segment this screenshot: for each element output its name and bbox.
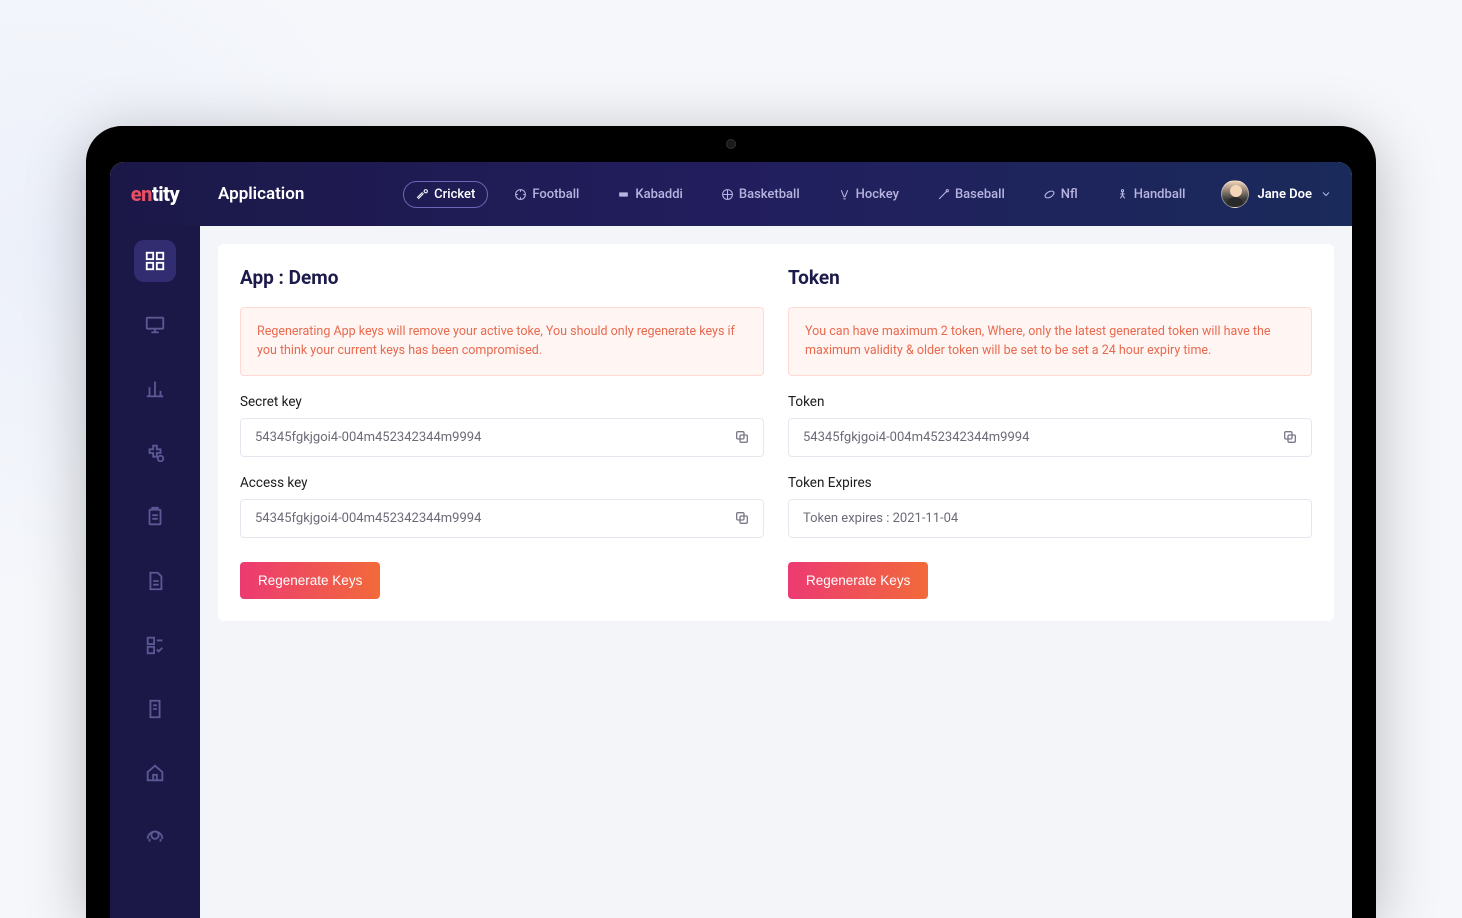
sport-basketball[interactable]: Basketball [709, 182, 812, 207]
sport-label: Football [532, 187, 579, 202]
sidebar-item-monitor[interactable] [134, 304, 176, 346]
cricket-icon [416, 188, 429, 201]
headset-icon [144, 826, 166, 848]
monitor-icon [144, 314, 166, 336]
access-key-label: Access key [240, 475, 764, 491]
sport-label: Hockey [856, 187, 899, 202]
token-section: Token You can have maximum 2 token, Wher… [788, 266, 1312, 599]
device-screen: entity Application Cricket Football Kaba… [110, 162, 1352, 918]
sport-label: Kabaddi [635, 187, 683, 202]
access-key-field: 54345fgkjgoi4-004m452342344m9994 [240, 499, 764, 538]
app-body: App : Demo Regenerating App keys will re… [110, 226, 1352, 918]
app-warning: Regenerating App keys will remove your a… [240, 307, 764, 376]
app-keys-section: App : Demo Regenerating App keys will re… [240, 266, 764, 599]
token-expires-value: Token expires : 2021-11-04 [803, 511, 958, 526]
sidebar-item-dashboard[interactable] [134, 240, 176, 282]
sport-football[interactable]: Football [502, 182, 591, 207]
copy-token-button[interactable] [1279, 426, 1301, 448]
regenerate-token-button[interactable]: Regenerate Keys [788, 562, 928, 599]
secret-key-field: 54345fgkjgoi4-004m452342344m9994 [240, 418, 764, 457]
sport-hockey[interactable]: Hockey [826, 182, 911, 207]
token-label: Token [788, 394, 1312, 410]
main-content: App : Demo Regenerating App keys will re… [200, 226, 1352, 918]
sidebar-item-document[interactable] [134, 560, 176, 602]
sport-label: Basketball [739, 187, 800, 202]
main-card: App : Demo Regenerating App keys will re… [218, 244, 1334, 621]
dashboard-grid-icon [144, 250, 166, 272]
sport-label: Handball [1134, 187, 1186, 202]
chevron-down-icon [1320, 188, 1332, 200]
avatar [1221, 180, 1249, 208]
baseball-icon [937, 188, 950, 201]
sidebar-item-page[interactable] [134, 688, 176, 730]
sport-baseball[interactable]: Baseball [925, 182, 1017, 207]
copy-icon [734, 429, 750, 445]
secret-key-value: 54345fgkjgoi4-004m452342344m9994 [255, 430, 481, 445]
sidebar-item-clipboard[interactable] [134, 496, 176, 538]
sport-kabaddi[interactable]: Kabaddi [605, 182, 695, 207]
regenerate-app-keys-button[interactable]: Regenerate Keys [240, 562, 380, 599]
page-icon [144, 698, 166, 720]
sport-label: Nfl [1061, 187, 1078, 202]
token-expires-field: Token expires : 2021-11-04 [788, 499, 1312, 538]
sidebar [110, 226, 200, 918]
kabaddi-icon [617, 188, 630, 201]
user-menu[interactable]: Jane Doe [1221, 180, 1332, 208]
copy-secret-button[interactable] [731, 426, 753, 448]
device-frame: entity Application Cricket Football Kaba… [86, 126, 1376, 918]
brand-logo[interactable]: entity [110, 182, 200, 206]
copy-icon [1282, 429, 1298, 445]
basketball-icon [721, 188, 734, 201]
token-title: Token [788, 266, 1312, 289]
bar-chart-icon [144, 378, 166, 400]
hockey-icon [838, 188, 851, 201]
puzzle-icon [144, 442, 166, 464]
page-title: Application [218, 184, 304, 204]
handball-icon [1116, 188, 1129, 201]
home-icon [144, 762, 166, 784]
secret-key-label: Secret key [240, 394, 764, 410]
access-key-value: 54345fgkjgoi4-004m452342344m9994 [255, 511, 481, 526]
token-expires-label: Token Expires [788, 475, 1312, 491]
app-title: App : Demo [240, 266, 764, 289]
topbar: entity Application Cricket Football Kaba… [110, 162, 1352, 226]
copy-access-button[interactable] [731, 507, 753, 529]
token-warning: You can have maximum 2 token, Where, onl… [788, 307, 1312, 376]
document-icon [144, 570, 166, 592]
nfl-icon [1043, 188, 1056, 201]
checklist-icon [144, 634, 166, 656]
sport-cricket[interactable]: Cricket [403, 181, 488, 208]
sidebar-item-analytics[interactable] [134, 368, 176, 410]
clipboard-icon [144, 506, 166, 528]
user-name: Jane Doe [1257, 187, 1312, 202]
sidebar-item-support[interactable] [134, 816, 176, 858]
sport-handball[interactable]: Handball [1104, 182, 1198, 207]
sport-label: Cricket [434, 187, 475, 202]
sports-nav: Cricket Football Kabaddi Basketball Hock… [403, 181, 1197, 208]
football-icon [514, 188, 527, 201]
copy-icon [734, 510, 750, 526]
sport-nfl[interactable]: Nfl [1031, 182, 1090, 207]
sidebar-item-checklist[interactable] [134, 624, 176, 666]
token-value: 54345fgkjgoi4-004m452342344m9994 [803, 430, 1029, 445]
token-field: 54345fgkjgoi4-004m452342344m9994 [788, 418, 1312, 457]
device-camera-icon [726, 139, 736, 149]
sport-label: Baseball [955, 187, 1005, 202]
sidebar-item-home[interactable] [134, 752, 176, 794]
sidebar-item-integrations[interactable] [134, 432, 176, 474]
